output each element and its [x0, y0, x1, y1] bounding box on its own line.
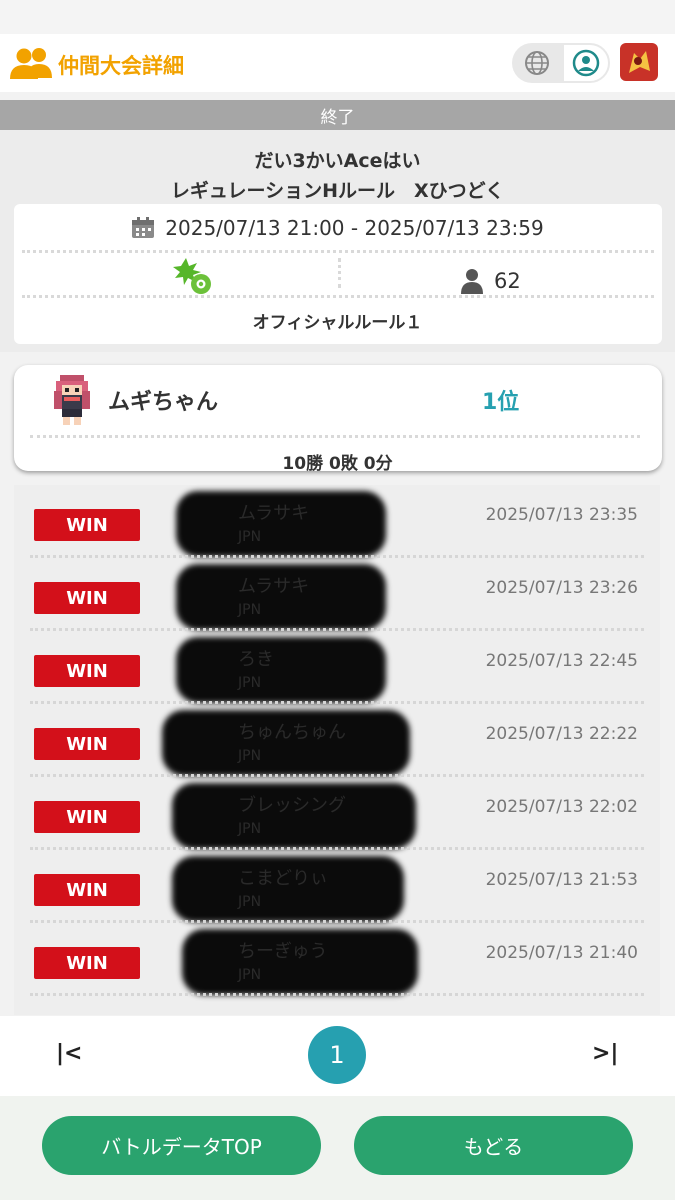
opponent-country: JPN [238, 894, 262, 910]
participant-count-text: 62 [494, 269, 521, 293]
battle-time: 2025/07/13 22:02 [485, 797, 638, 817]
win-badge: WIN [34, 947, 140, 979]
last-page-button[interactable]: >| [592, 1041, 618, 1066]
battle-row[interactable]: WIN ムラサキ JPN 2025/07/13 23:35 [14, 485, 660, 558]
redacted-opponent [176, 637, 386, 703]
participant-count: 62 [460, 266, 521, 296]
battle-data-top-button[interactable]: バトルデータTOP [42, 1116, 321, 1175]
battle-time: 2025/07/13 21:53 [485, 870, 638, 890]
win-badge: WIN [34, 801, 140, 833]
opponent-name: ムラサキ [238, 503, 310, 524]
current-page-button[interactable]: 1 [308, 1026, 366, 1084]
opponent-name: ろき [238, 649, 274, 670]
opponent-country: JPN [238, 748, 262, 764]
user-circle-icon [572, 49, 600, 77]
battle-row[interactable]: WIN ろき JPN 2025/07/13 22:45 [14, 631, 660, 704]
divider [338, 258, 341, 288]
opponent-country: JPN [238, 675, 262, 691]
event-date-range: 2025/07/13 21:00 - 2025/07/13 23:59 [0, 213, 675, 243]
win-loss-record: 10勝 0敗 0分 [282, 454, 393, 474]
battle-row[interactable]: WIN ブレッシング JPN 2025/07/13 22:02 [14, 777, 660, 850]
page-title: 仲間大会詳細 [58, 54, 184, 78]
trainer-sprite-icon [54, 375, 90, 425]
battle-time: 2025/07/13 23:26 [485, 578, 638, 598]
pagination: |< 1 >| [0, 1016, 675, 1096]
rule-ball-icon [173, 258, 211, 294]
rank-label: 1位 [482, 390, 520, 415]
battle-row[interactable]: WIN こまどりぃ JPN 2025/07/13 21:53 [14, 850, 660, 923]
back-button[interactable]: もどる [354, 1116, 633, 1175]
top-status-strip [0, 0, 675, 34]
battle-time: 2025/07/13 23:35 [485, 505, 638, 525]
divider [22, 250, 654, 253]
trainer-name: ムギちゃん [108, 390, 219, 415]
divider [30, 993, 644, 996]
battle-history-list: WIN ムラサキ JPN 2025/07/13 23:35 WIN ムラサキ J… [14, 485, 660, 1015]
event-rule: レギュレーションHルール Xひつどく [170, 180, 505, 202]
opponent-country: JPN [238, 602, 262, 618]
win-badge: WIN [34, 509, 140, 541]
opponent-name: こまどりぃ [238, 868, 328, 889]
win-badge: WIN [34, 874, 140, 906]
opponent-name: ちゅんちゅん [238, 722, 346, 743]
battle-row[interactable]: WIN ちーぎゅう JPN 2025/07/13 21:40 [14, 923, 660, 996]
battle-row[interactable]: WIN ムラサキ JPN 2025/07/13 23:26 [14, 558, 660, 631]
person-icon [461, 269, 483, 294]
event-name: だい3かいAceはい [254, 150, 421, 172]
globe-icon [525, 51, 549, 75]
win-badge: WIN [34, 655, 140, 687]
app-header: 仲間大会詳細 [0, 34, 675, 92]
win-badge: WIN [34, 728, 140, 760]
opponent-name: ブレッシング [238, 795, 346, 816]
divider [22, 295, 654, 298]
opponent-name: ムラサキ [238, 576, 310, 597]
divider [30, 435, 640, 438]
battle-time: 2025/07/13 22:45 [485, 651, 638, 671]
first-page-button[interactable]: |< [56, 1041, 82, 1066]
battle-time: 2025/07/13 21:40 [485, 943, 638, 963]
opponent-country: JPN [238, 967, 262, 983]
language-button[interactable] [512, 43, 562, 83]
event-status-bar: 終了 [0, 100, 675, 130]
opponent-country: JPN [238, 821, 262, 837]
battle-row[interactable]: WIN ちゅんちゅん JPN 2025/07/13 22:22 [14, 704, 660, 777]
battle-time: 2025/07/13 22:22 [485, 724, 638, 744]
people-icon [10, 48, 52, 79]
opponent-country: JPN [238, 529, 262, 545]
calendar-icon [132, 217, 155, 238]
profile-button[interactable] [562, 43, 610, 83]
date-range-text: 2025/07/13 21:00 - 2025/07/13 23:59 [165, 216, 544, 240]
win-badge: WIN [34, 582, 140, 614]
official-rule-label: オフィシャルルール１ [252, 313, 423, 333]
app-icon[interactable] [620, 43, 658, 81]
opponent-name: ちーぎゅう [238, 941, 328, 962]
